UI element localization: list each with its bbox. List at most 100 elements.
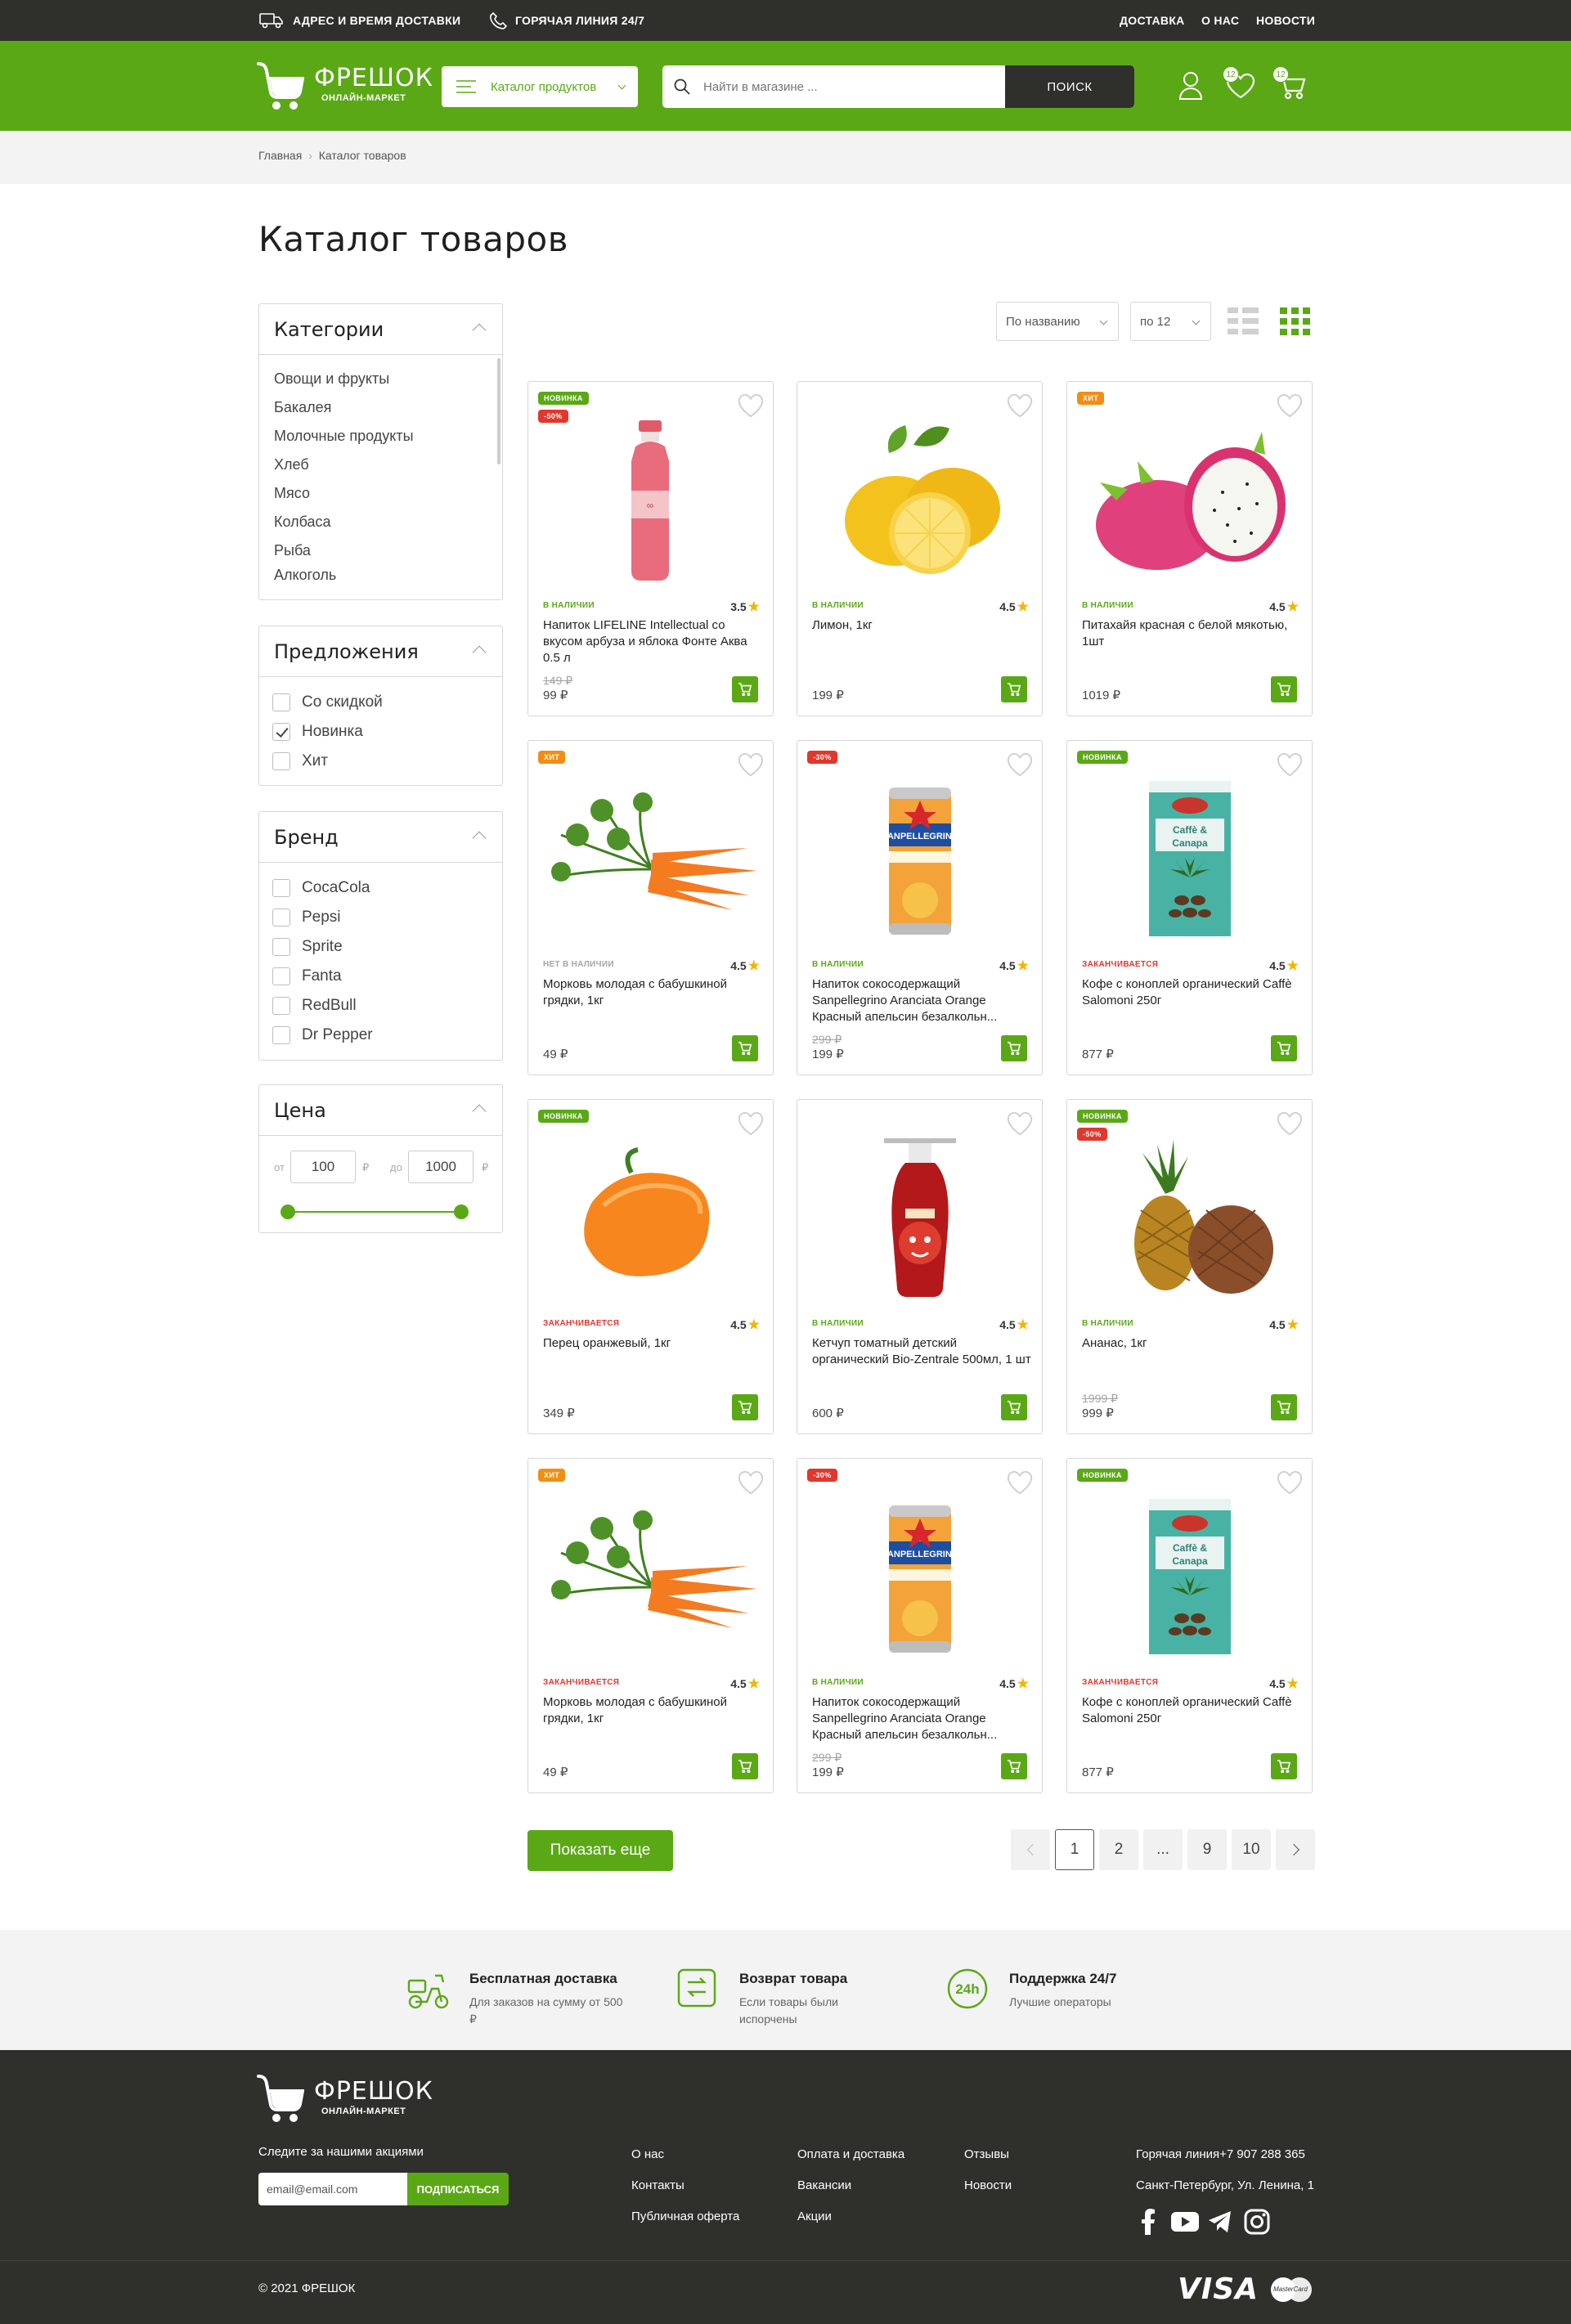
wishlist-heart-icon[interactable] — [1276, 392, 1304, 419]
offer-hit-checkbox[interactable]: Хит — [272, 752, 328, 770]
product-name[interactable]: Напиток сокосодержащий Sanpellegrino Ara… — [812, 1694, 1031, 1743]
breadcrumb-home[interactable]: Главная — [258, 149, 302, 162]
product-image[interactable]: SANPELLEGRINO — [797, 1496, 1042, 1659]
footer-phone[interactable]: Горячая линия+7 907 288 365 — [1136, 2147, 1305, 2161]
product-name[interactable]: Перец оранжевый, 1кг — [543, 1335, 762, 1352]
brand-checkbox[interactable]: RedBull — [272, 997, 357, 1015]
product-card[interactable]: НОВИНКА ЗАКАНЧИВАЕТСЯ 4.5 ★ Перец оранжевый,… — [527, 1099, 774, 1434]
wishlist-heart-icon[interactable] — [1276, 1469, 1304, 1496]
footer-link[interactable]: Новости — [964, 2178, 1012, 2192]
product-name[interactable]: Питахайя красная с белой мякотью, 1шт — [1082, 617, 1301, 650]
wishlist-heart-icon[interactable] — [1276, 751, 1304, 778]
add-to-cart-button[interactable] — [1001, 1753, 1027, 1779]
product-card[interactable]: НОВИНКА -50% ∞ В НАЛИЧИИ 3.5 ★ Напиток LIFELIN… — [527, 381, 774, 716]
product-card[interactable]: В НАЛИЧИИ 4.5 ★ Лимон, 1кг 199 ₽ — [797, 381, 1043, 716]
wishlist-heart-icon[interactable] — [1276, 1110, 1304, 1137]
brand-checkbox[interactable]: Dr Pepper — [272, 1026, 373, 1044]
checkbox[interactable] — [272, 938, 290, 956]
wishlist-heart-icon[interactable] — [737, 751, 765, 778]
grid-view-icon[interactable] — [1280, 307, 1310, 335]
search-button[interactable]: ПОИСК — [1005, 65, 1134, 108]
footer-link[interactable]: О нас — [631, 2147, 664, 2161]
category-item[interactable]: Овощи и фрукты — [274, 370, 389, 388]
product-name[interactable]: Кетчуп томатный детский органический Bio… — [812, 1335, 1031, 1368]
wishlist-heart-icon[interactable] — [737, 1110, 765, 1137]
product-image[interactable] — [528, 1137, 773, 1300]
add-to-cart-button[interactable] — [732, 676, 758, 702]
brand-checkbox[interactable]: Pepsi — [272, 909, 341, 926]
brand-header[interactable]: Бренд — [259, 812, 502, 863]
wishlist-heart-icon[interactable] — [737, 392, 765, 419]
wishlist-heart-icon[interactable] — [1006, 751, 1034, 778]
product-name[interactable]: Лимон, 1кг — [812, 617, 1031, 634]
category-item[interactable]: Мясо — [274, 485, 310, 502]
pagination-prev[interactable] — [1011, 1829, 1050, 1870]
pagination-page[interactable]: 9 — [1187, 1829, 1227, 1870]
product-image[interactable] — [1067, 419, 1312, 582]
checkbox[interactable] — [272, 967, 290, 985]
add-to-cart-button[interactable] — [1001, 1035, 1027, 1061]
wishlist-heart-icon[interactable] — [1006, 392, 1034, 419]
product-name[interactable]: Морковь молодая с бабушкиной грядки, 1кг — [543, 976, 762, 1009]
youtube-icon[interactable] — [1171, 2212, 1199, 2232]
telegram-icon[interactable] — [1208, 2210, 1232, 2233]
facebook-icon[interactable] — [1142, 2209, 1155, 2235]
product-card[interactable]: В НАЛИЧИИ 4.5 ★ Кетчуп томатный детский орг… — [797, 1099, 1043, 1434]
brand-checkbox[interactable]: CocaCola — [272, 879, 370, 897]
checkbox[interactable] — [272, 909, 290, 926]
price-to-input[interactable]: 1000 — [408, 1151, 474, 1183]
product-image[interactable] — [528, 778, 773, 941]
add-to-cart-button[interactable] — [1001, 676, 1027, 702]
product-card[interactable]: -30% SANPELLEGRINO В НАЛИЧИИ 4.5 ★ Напиток со… — [797, 1458, 1043, 1793]
product-card[interactable]: НОВИНКА Caffè & Canapa ЗАКАНЧИВАЕТСЯ 4.5 ★ Коф… — [1066, 1458, 1313, 1793]
product-card[interactable]: НОВИНКА Caffè & Canapa ЗАКАНЧИВАЕТСЯ 4.5 ★ Коф… — [1066, 740, 1313, 1075]
checkbox[interactable] — [272, 1026, 290, 1044]
category-item[interactable]: Молочные продукты — [274, 428, 414, 445]
search-input[interactable] — [703, 65, 1014, 108]
add-to-cart-button[interactable] — [1271, 676, 1297, 702]
user-icon[interactable] — [1178, 71, 1203, 101]
product-image[interactable]: SANPELLEGRINO — [797, 778, 1042, 941]
product-card[interactable]: ХИТ НЕТ В НАЛИЧИИ 4.5 ★ Морковь молодая с ба… — [527, 740, 774, 1075]
product-image[interactable] — [528, 1496, 773, 1659]
price-min-handle[interactable] — [281, 1205, 295, 1219]
instagram-icon[interactable] — [1244, 2209, 1270, 2235]
product-card[interactable]: ХИТ ЗАКАНЧИВАЕТСЯ 4.5 ★ Морковь молодая с ба… — [527, 1458, 774, 1793]
nav-about[interactable]: О НАС — [1201, 0, 1239, 41]
catalog-button[interactable]: Каталог продуктов — [442, 66, 638, 107]
delivery-address-link[interactable]: АДРЕС И ВРЕМЯ ДОСТАВКИ — [258, 0, 460, 41]
wishlist-heart-icon[interactable] — [1006, 1110, 1034, 1137]
category-item[interactable]: Хлеб — [274, 456, 309, 473]
per-page-select[interactable]: по 12 — [1130, 302, 1211, 341]
sort-select[interactable]: По названию — [996, 302, 1119, 341]
checkbox[interactable] — [272, 879, 290, 897]
footer-link[interactable]: Акции — [797, 2210, 832, 2223]
subscribe-button[interactable]: ПОДПИСАТЬСЯ — [407, 2173, 509, 2205]
offers-header[interactable]: Предложения — [259, 626, 502, 677]
product-name[interactable]: Ананас, 1кг — [1082, 1335, 1301, 1352]
wishlist-heart-icon[interactable] — [1006, 1469, 1034, 1496]
footer-link[interactable]: Оплата и доставка — [797, 2147, 904, 2161]
pagination-page[interactable]: 1 — [1055, 1829, 1094, 1870]
add-to-cart-button[interactable] — [732, 1035, 758, 1061]
add-to-cart-button[interactable] — [732, 1394, 758, 1420]
hotline-link[interactable]: ГОРЯЧАЯ ЛИНИЯ 24/7 — [489, 0, 644, 41]
email-input[interactable]: email@email.com — [258, 2173, 407, 2205]
product-image[interactable]: Caffè & Canapa — [1067, 778, 1312, 941]
footer-link[interactable]: Вакансии — [797, 2178, 851, 2192]
product-name[interactable]: Напиток сокосодержащий Sanpellegrino Ara… — [812, 976, 1031, 1025]
product-name[interactable]: Морковь молодая с бабушкиной грядки, 1кг — [543, 1694, 762, 1727]
offer-new-checkbox[interactable]: Новинка — [272, 723, 363, 741]
pagination-page[interactable]: 10 — [1232, 1829, 1271, 1870]
category-item[interactable]: Рыба — [274, 542, 311, 559]
product-card[interactable]: -30% SANPELLEGRINO В НАЛИЧИИ 4.5 ★ Напиток со… — [797, 740, 1043, 1075]
checkbox[interactable] — [272, 693, 290, 711]
footer-logo-title[interactable]: ФРЕШОК — [314, 2077, 433, 2106]
category-item[interactable]: Колбаса — [274, 514, 331, 531]
brand-checkbox[interactable]: Fanta — [272, 967, 342, 985]
product-name[interactable]: Кофе с коноплей органический Caffè Salom… — [1082, 1694, 1301, 1727]
product-card[interactable]: НОВИНКА -50% В НАЛИЧИИ 4.5 ★ Ананас, 1кг 1999 … — [1066, 1099, 1313, 1434]
wishlist-heart-icon[interactable] — [737, 1469, 765, 1496]
product-image[interactable]: ∞ — [528, 419, 773, 582]
price-header[interactable]: Цена — [259, 1085, 502, 1136]
